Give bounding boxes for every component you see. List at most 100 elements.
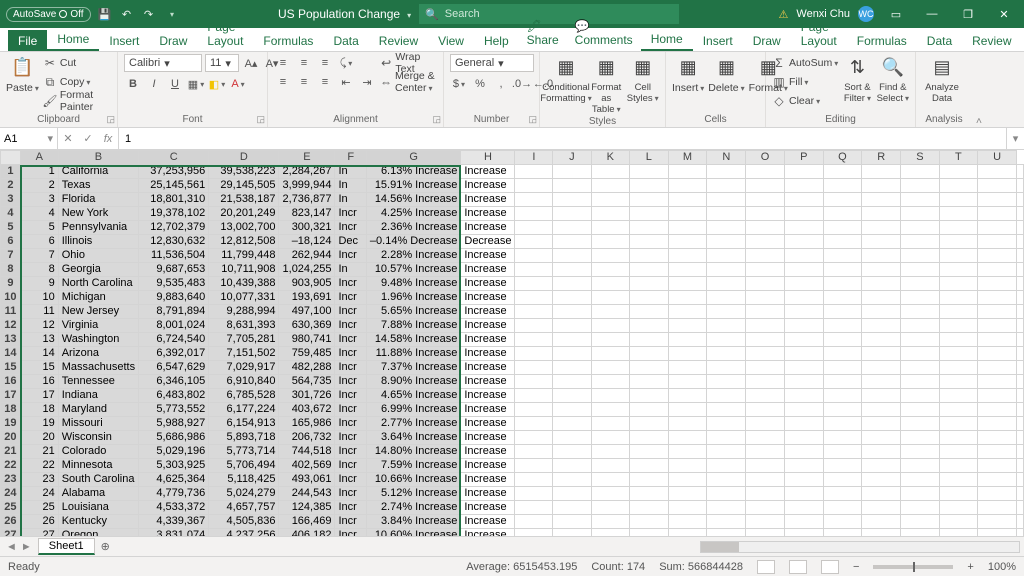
cell-U5[interactable] [1017, 221, 1024, 235]
cell-H22[interactable] [515, 459, 553, 473]
cell-N16[interactable] [746, 375, 785, 389]
cell-M22[interactable] [707, 459, 746, 473]
cell-U18[interactable] [1017, 403, 1024, 417]
cell-B9[interactable]: North Carolina [58, 277, 138, 291]
autosum-button[interactable]: ΣAutoSum [772, 54, 838, 72]
cell-I5[interactable] [553, 221, 591, 235]
cell-H24[interactable] [515, 487, 553, 501]
cell-P10[interactable] [823, 291, 862, 305]
cell-B24[interactable]: Alabama [58, 487, 138, 501]
cell-H6[interactable] [515, 235, 553, 249]
paste-button[interactable]: 📋Paste [6, 54, 39, 94]
cell-T2[interactable] [978, 179, 1017, 193]
cell-F21[interactable]: Incr [335, 445, 366, 459]
cell-E25[interactable]: 124,385 [279, 501, 335, 515]
cell-O4[interactable] [784, 207, 823, 221]
tab-page-layout[interactable]: Page Layout [791, 16, 847, 51]
cell-I18[interactable] [553, 403, 591, 417]
cell-F2[interactable]: In [335, 179, 366, 193]
name-box[interactable]: A1▾ [0, 128, 58, 149]
cell-H9[interactable]: Increase [461, 277, 515, 291]
cell-I21[interactable] [553, 445, 591, 459]
cell-Q17[interactable] [862, 389, 901, 403]
cell-A15[interactable]: 15 [20, 361, 58, 375]
cell-D2[interactable]: 29,145,505 [209, 179, 279, 193]
cell-F24[interactable]: Incr [335, 487, 366, 501]
cell-T7[interactable] [978, 249, 1017, 263]
cell-U22[interactable] [1017, 459, 1024, 473]
cell-D27[interactable]: 4,237,256 [209, 529, 279, 537]
cell-U1[interactable] [1017, 165, 1024, 179]
cell-F9[interactable]: Incr [335, 277, 366, 291]
cell-G14[interactable]: 11.88% Increase [366, 347, 460, 361]
cell-I13[interactable] [553, 333, 591, 347]
row-header-8[interactable]: 8 [1, 263, 21, 277]
cell-B15[interactable]: Massachusetts [58, 361, 138, 375]
cell-E7[interactable]: 262,944 [279, 249, 335, 263]
cell-K8[interactable] [630, 263, 668, 277]
cell-N23[interactable] [746, 473, 785, 487]
cell-C5[interactable]: 12,702,379 [139, 221, 209, 235]
cell-A20[interactable]: 20 [20, 431, 58, 445]
cell-L4[interactable] [668, 207, 707, 221]
cell-P3[interactable] [823, 193, 862, 207]
cell-T5[interactable] [978, 221, 1017, 235]
cell-C21[interactable]: 5,029,196 [139, 445, 209, 459]
cell-G15[interactable]: 7.37% Increase [366, 361, 460, 375]
cell-O5[interactable] [784, 221, 823, 235]
tab-view[interactable]: View [428, 30, 474, 51]
cell-D18[interactable]: 6,177,224 [209, 403, 279, 417]
cell-T8[interactable] [978, 263, 1017, 277]
zoom-in-icon[interactable]: + [967, 561, 973, 573]
cell-J15[interactable] [591, 361, 630, 375]
cell-M26[interactable] [707, 515, 746, 529]
cell-C10[interactable]: 9,883,640 [139, 291, 209, 305]
cell-H8[interactable]: Increase [461, 263, 515, 277]
cell-P8[interactable] [823, 263, 862, 277]
cell-T9[interactable] [978, 277, 1017, 291]
cell-U19[interactable] [1017, 417, 1024, 431]
cell-N12[interactable] [746, 319, 785, 333]
cell-H4[interactable] [515, 207, 553, 221]
row-header-12[interactable]: 12 [1, 319, 21, 333]
cell-R27[interactable] [901, 529, 940, 537]
cell-S17[interactable] [939, 389, 977, 403]
cell-U21[interactable] [1017, 445, 1024, 459]
cell-B11[interactable]: New Jersey [58, 305, 138, 319]
cell-R8[interactable] [901, 263, 940, 277]
cell-I23[interactable] [553, 473, 591, 487]
cell-F8[interactable]: In [335, 263, 366, 277]
cell-D13[interactable]: 7,705,281 [209, 333, 279, 347]
cell-K9[interactable] [630, 277, 668, 291]
tab-home[interactable]: Home [641, 28, 693, 51]
cell-F3[interactable]: In [335, 193, 366, 207]
cell-F17[interactable]: Incr [335, 389, 366, 403]
minimize-icon[interactable]: — [918, 8, 946, 20]
cell-M11[interactable] [707, 305, 746, 319]
cell-N15[interactable] [746, 361, 785, 375]
cell-H17[interactable] [515, 389, 553, 403]
cell-I7[interactable] [553, 249, 591, 263]
cell-A17[interactable]: 17 [20, 389, 58, 403]
cell-J23[interactable] [591, 473, 630, 487]
alignment-launcher-icon[interactable]: ◲ [432, 114, 441, 125]
cell-U9[interactable] [1017, 277, 1024, 291]
cell-H11[interactable] [515, 305, 553, 319]
fill-button[interactable]: ▥Fill [772, 73, 838, 91]
cell-Q4[interactable] [862, 207, 901, 221]
cell-C3[interactable]: 18,801,310 [139, 193, 209, 207]
cell-E6[interactable]: –18,124 [279, 235, 335, 249]
cell-F15[interactable]: Incr [335, 361, 366, 375]
cell-N2[interactable] [746, 179, 785, 193]
cell-O2[interactable] [784, 179, 823, 193]
cell-M3[interactable] [707, 193, 746, 207]
cell-D12[interactable]: 8,631,393 [209, 319, 279, 333]
cell-S26[interactable] [939, 515, 977, 529]
cell-O21[interactable] [784, 445, 823, 459]
cell-H22[interactable]: Increase [461, 459, 515, 473]
cell-K2[interactable] [630, 179, 668, 193]
cell-R4[interactable] [901, 207, 940, 221]
col-header-B[interactable]: B [58, 151, 138, 165]
clear-button[interactable]: ◇Clear [772, 92, 838, 110]
cell-J13[interactable] [591, 333, 630, 347]
